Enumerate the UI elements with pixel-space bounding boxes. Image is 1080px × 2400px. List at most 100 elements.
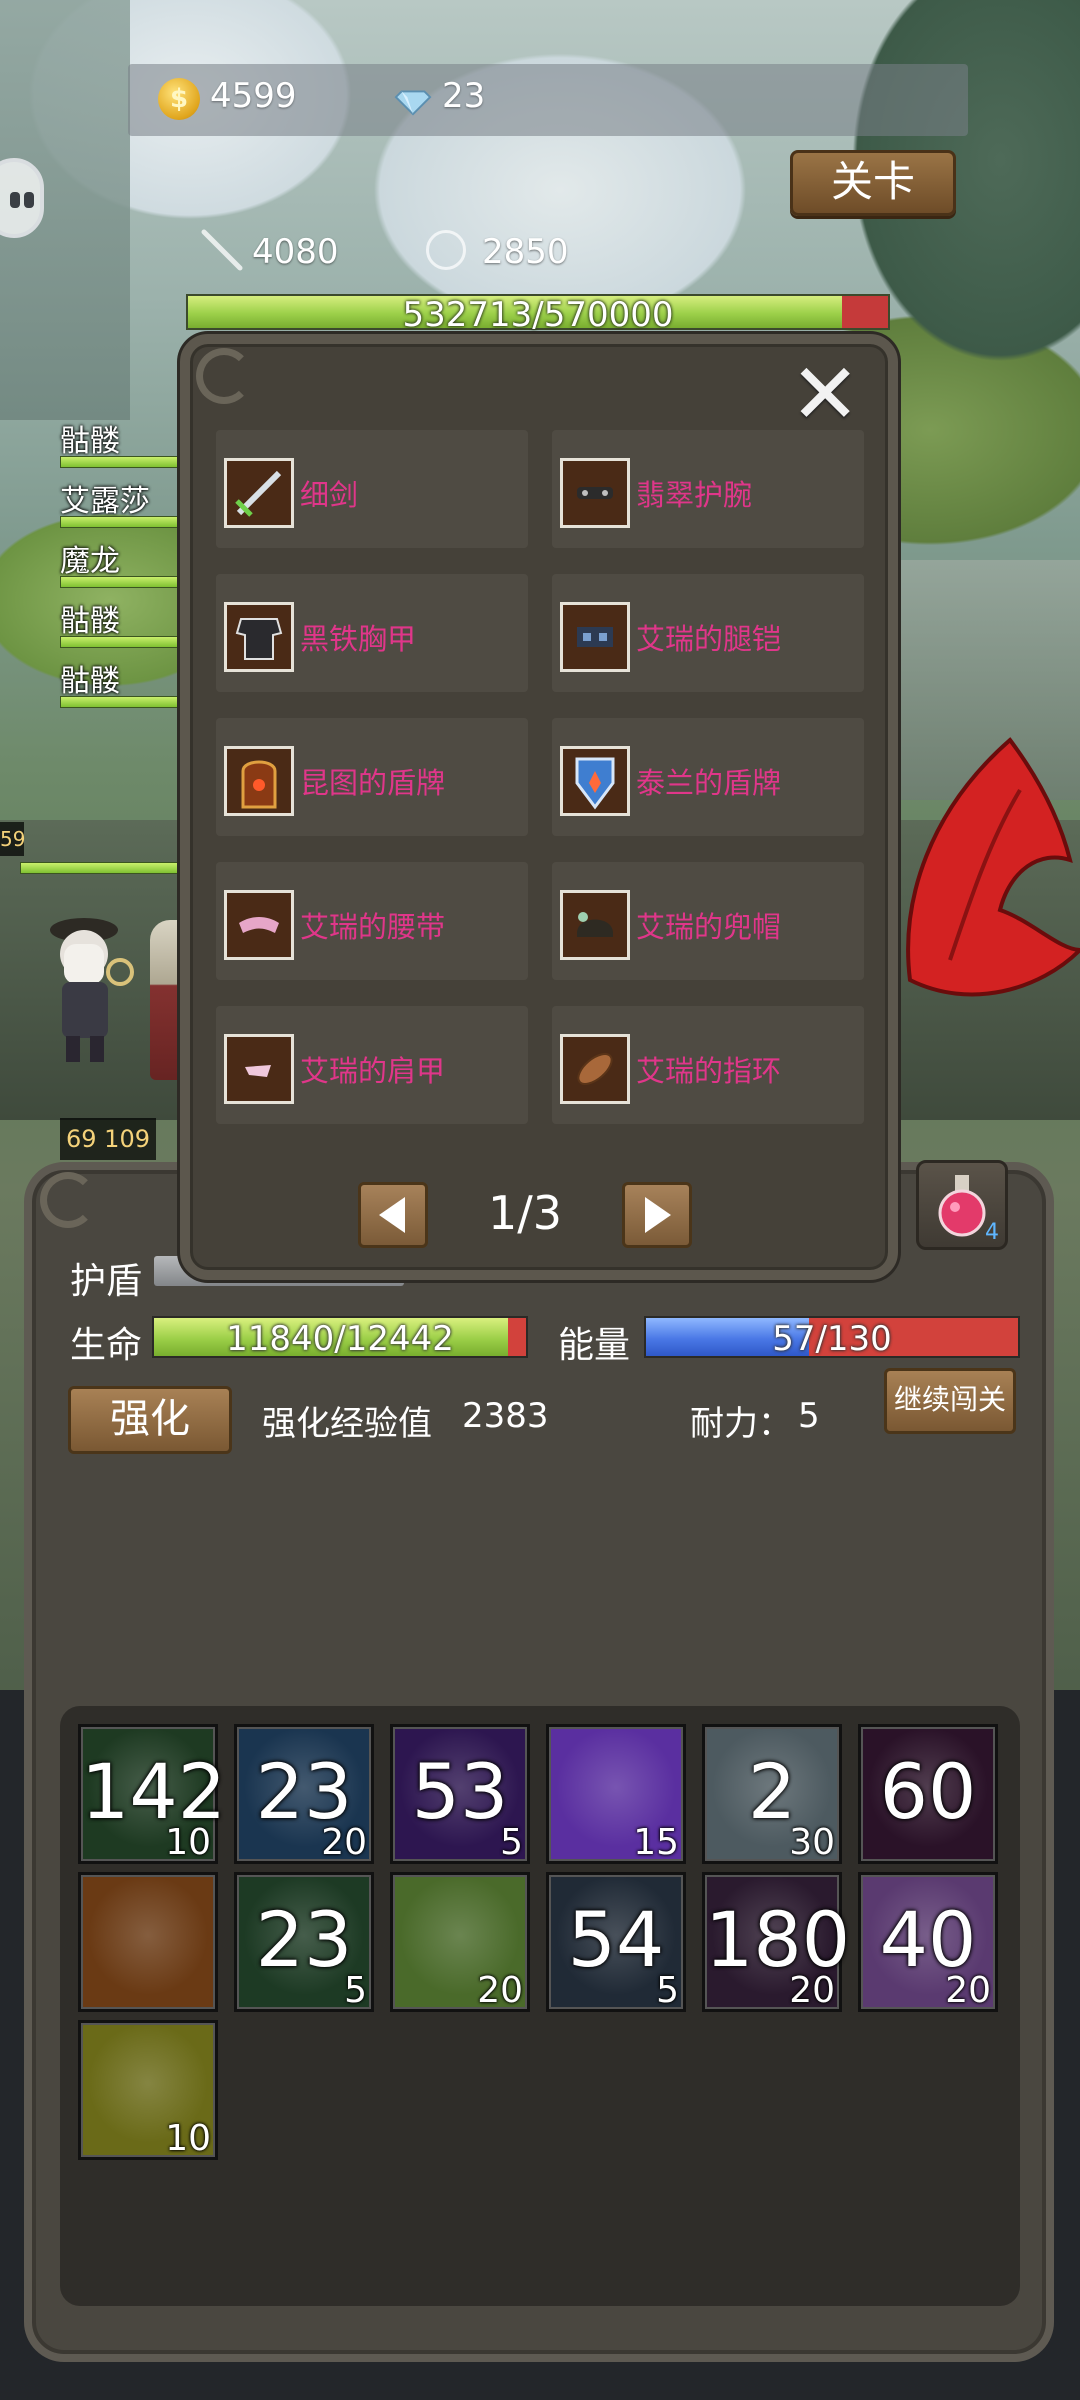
skill-level: 10 [165,2118,211,2159]
equipment-name: 艾瑞的肩甲 [300,1054,446,1088]
boss-hp-text: 532713/570000 [402,295,674,335]
stamina-value: 5 [798,1396,820,1436]
skill-level: 20 [477,1970,523,2011]
shield-icon [560,746,630,816]
skill-slot[interactable]: 23 5 [234,1872,374,2012]
resource-bar: $ 4599 23 [128,64,968,136]
skill-level: 20 [945,1970,991,2011]
corner-ornament [40,1172,96,1228]
defense-shield-icon [426,230,466,270]
belt-icon [224,890,294,960]
skill-slot[interactable]: 40 20 [858,1872,998,2012]
skill-slot[interactable]: 15 [546,1724,686,1864]
potion-button[interactable]: 4 [916,1160,1008,1250]
skill-level: 5 [344,1970,367,2011]
close-button[interactable]: ✕ [790,352,860,436]
equipment-name: 翡翠护腕 [636,478,753,512]
skill-cooldown: 60 [879,1747,977,1836]
potion-count: 4 [985,1220,999,1245]
skill-level: 5 [656,1970,679,2011]
skill-level: 20 [321,1822,367,1863]
skill-level: 15 [633,1822,679,1863]
skill-slot[interactable] [78,1872,218,2012]
equipment-slot[interactable]: 细剑 [216,430,528,548]
equipment-slot[interactable]: 黑铁胸甲 [216,574,528,692]
skill-slot[interactable]: 54 5 [546,1872,686,2012]
skill-level: 20 [789,1970,835,2011]
hp-label: 生命 [70,1325,143,1366]
energy-label: 能量 [558,1325,631,1366]
equipment-name: 黑铁胸甲 [300,622,417,656]
arrow-right-icon [645,1197,671,1233]
equipment-name: 昆图的盾牌 [300,766,446,800]
ring-icon [560,1034,630,1104]
stamina-label: 耐力： [690,1404,792,1444]
shield-label: 护盾 [70,1261,143,1302]
dragon-enemy [906,737,1080,997]
side-counter: 59 [0,822,25,856]
unit-name: 魔龙 [60,544,120,579]
hero-hp-bar [20,862,180,874]
equipment-slot[interactable]: 艾瑞的指环 [552,1006,864,1124]
chestplate-icon [224,602,294,672]
unit-name: 骷髅 [60,664,120,699]
equipment-slot[interactable]: 泰兰的盾牌 [552,718,864,836]
equipment-slot[interactable]: 艾瑞的兜帽 [552,862,864,980]
equipment-name: 艾瑞的腰带 [300,910,446,944]
bracer-icon [560,458,630,528]
unit-hp-bar [60,516,190,528]
equipment-slot[interactable]: 艾瑞的肩甲 [216,1006,528,1124]
boss-hp-bar: 532713/570000 [186,294,890,335]
skill-level: 5 [500,1822,523,1863]
gold-amount: 4599 [210,76,297,116]
skill-slot[interactable]: 60 [858,1724,998,1864]
diamond-icon [394,90,432,116]
popup-ornament [196,348,252,404]
stage-button[interactable]: 关卡 [790,150,956,216]
prev-page-button[interactable] [358,1182,428,1248]
energy-text: 57/130 [772,1319,892,1359]
equipment-name: 细剑 [300,478,359,512]
attack-sword-icon [201,229,243,271]
enhance-exp-label: 强化经验值 [262,1404,432,1444]
boss-attack-value: 4080 [252,232,339,272]
player-hp-text: 11840/12442 [226,1319,454,1359]
skill-slot[interactable]: 2 30 [702,1724,842,1864]
enhance-exp-value: 2383 [462,1396,549,1436]
unit-hp-bar [60,636,190,648]
next-page-button[interactable] [622,1182,692,1248]
boss-defense-value: 2850 [482,232,569,272]
greaves-icon [560,602,630,672]
skill-slot[interactable]: 10 [78,2020,218,2160]
skill-slot[interactable]: 23 20 [234,1724,374,1864]
equipment-slot[interactable]: 翡翠护腕 [552,430,864,548]
skill-level: 10 [165,1822,211,1863]
skill-slot[interactable]: 53 5 [390,1724,530,1864]
equipment-slot[interactable]: 艾瑞的腰带 [216,862,528,980]
unit-name: 艾露莎 [60,484,150,519]
gem-amount: 23 [442,76,486,116]
skill-slot[interactable]: 142 10 [78,1724,226,1864]
page-indicator: 1/3 [487,1186,563,1240]
skill-level: 30 [789,1822,835,1863]
unit-name: 骷髅 [60,604,120,639]
equipment-slot[interactable]: 艾瑞的腿铠 [552,574,864,692]
equipment-name: 艾瑞的腿铠 [636,622,782,656]
unit-name: 骷髅 [60,424,120,459]
menu-face-icon[interactable] [0,158,44,238]
hero-mini-stats: 69 109 [60,1118,156,1160]
unit-hp-bar [60,696,190,708]
equipment-name: 艾瑞的指环 [636,1054,782,1088]
skill-slot[interactable]: 180 20 [702,1872,850,2012]
gold-coin-icon: $ [158,78,200,120]
hero-character [50,918,134,1062]
skill-slot[interactable]: 20 [390,1872,530,2012]
equipment-slot[interactable]: 昆图的盾牌 [216,718,528,836]
arrow-left-icon [379,1197,405,1233]
equipment-name: 艾瑞的兜帽 [636,910,782,944]
continue-button[interactable]: 继续闯关 [884,1368,1016,1434]
shield-icon [224,746,294,816]
sword-icon [224,458,294,528]
enhance-button[interactable]: 强化 [68,1386,232,1454]
unit-hp-bar [60,456,190,468]
